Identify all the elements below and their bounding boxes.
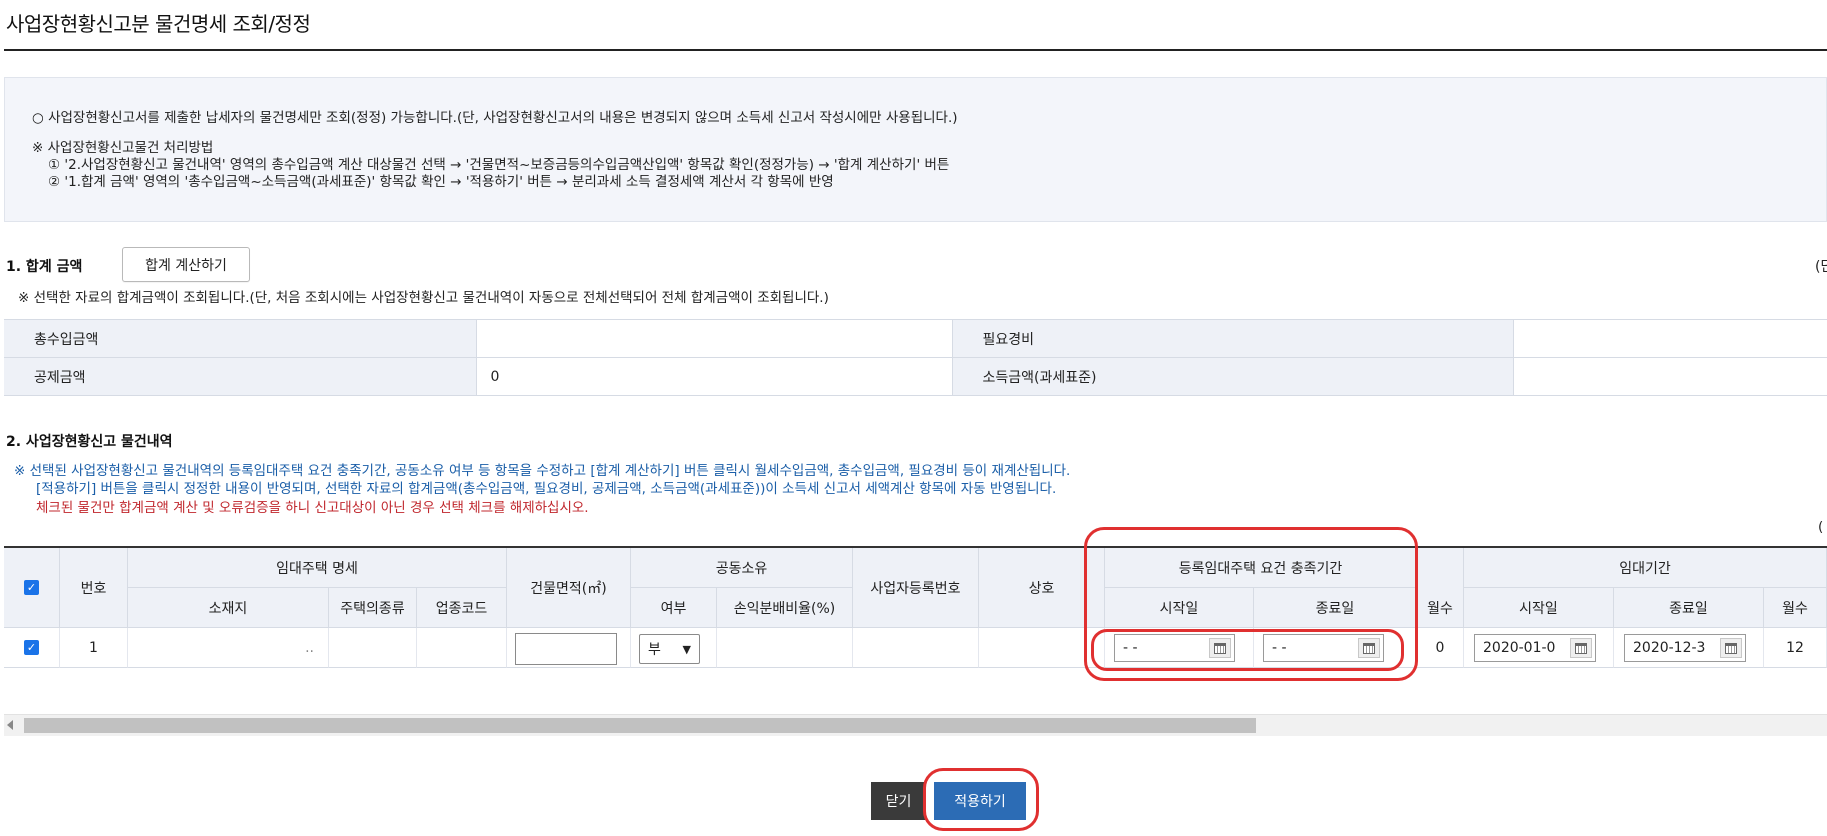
row-industry-code	[417, 628, 507, 668]
section1-title: 1. 합계 금액	[6, 259, 83, 275]
summary-row: 공제금액 0 소득금액(과세표준)	[4, 357, 1827, 396]
row-select-cell: ✓	[4, 628, 60, 668]
section2-note-3: 체크된 물건만 합계금액 계산 및 오류검증을 하니 신고대상이 아닌 경우 선…	[36, 500, 589, 516]
deduction-label: 공제금액	[4, 357, 476, 396]
notice-box: ○ 사업장현황신고서를 제출한 납세자의 물건명세만 조회(정정) 가능합니다.…	[4, 77, 1827, 222]
unit-label: (단	[1815, 259, 1827, 275]
row-profit-ratio	[717, 628, 853, 668]
lease-end-value: 2020-12-3	[1633, 640, 1706, 656]
calc-total-button[interactable]: 합계 계산하기	[122, 247, 250, 282]
select-all-checkbox[interactable]: ✓	[24, 580, 39, 595]
section2-note-1: ※ 선택된 사업장현황신고 물건내역의 등록임대주택 요건 충족기간, 공동소유…	[14, 463, 1071, 479]
row-months-1: 0	[1417, 628, 1464, 668]
summary-table: 총수입금액 필요경비 공제금액 0 소득금액(과세표준)	[4, 319, 1827, 396]
calendar-icon[interactable]	[1570, 638, 1592, 658]
lease-end-date-input[interactable]: 2020-12-3	[1624, 634, 1746, 662]
annotation-outline	[1091, 629, 1404, 671]
summary-row: 총수입금액 필요경비	[4, 319, 1827, 358]
col-no: 번호	[60, 548, 128, 628]
total-income-label: 총수입금액	[4, 319, 476, 358]
col-lease-period: 임대기간	[1464, 548, 1827, 588]
row-biz-reg-no	[853, 628, 979, 668]
section2-note-2: [적용하기] 버튼을 클릭시 정정한 내용이 반영되며, 선택한 자료의 합계금…	[36, 481, 1057, 497]
section2-title: 2. 사업장현황신고 물건내역	[6, 434, 173, 450]
deduction-value: 0	[475, 357, 953, 396]
building-area-input[interactable]	[515, 633, 617, 665]
col-industry-code: 업종코드	[417, 588, 507, 628]
section2-right-label: (	[1818, 519, 1824, 535]
section1-note: ※ 선택한 자료의 합계금액이 조회됩니다.(단, 처음 조회시에는 사업장현황…	[18, 290, 829, 306]
chevron-down-icon: ▼	[682, 642, 691, 656]
select-all-cell: ✓	[4, 548, 60, 628]
col-joint-own: 공동소유	[631, 548, 853, 588]
col-lease-end: 종료일	[1614, 588, 1764, 628]
notice-line-1: ○ 사업장현황신고서를 제출한 납세자의 물건명세만 조회(정정) 가능합니다.…	[32, 110, 958, 126]
col-housing-type: 주택의종류	[329, 588, 417, 628]
required-expense-label: 필요경비	[952, 319, 1513, 358]
total-income-value	[475, 319, 953, 358]
taxable-income-label: 소득금액(과세표준)	[952, 357, 1513, 396]
lease-start-value: 2020-01-0	[1483, 640, 1556, 656]
lease-start-date-input[interactable]: 2020-01-0	[1474, 634, 1596, 662]
col-biz-reg-no: 사업자등록번호	[853, 548, 979, 628]
col-location: 소재지	[128, 588, 329, 628]
row-housing-type	[329, 628, 417, 668]
page-title: 사업장현황신고분 물건명세 조회/정정	[6, 12, 311, 36]
col-months-1: 월수	[1417, 548, 1464, 628]
col-joint-yn: 여부	[631, 588, 717, 628]
col-lease-start: 시작일	[1464, 588, 1614, 628]
title-divider	[4, 49, 1827, 51]
col-rental-spec: 임대주택 명세	[128, 548, 507, 588]
row-no: 1	[60, 628, 128, 668]
row-location: ..	[128, 628, 329, 668]
calendar-icon[interactable]	[1720, 638, 1742, 658]
row-checkbox[interactable]: ✓	[24, 640, 39, 655]
col-months-2: 월수	[1764, 588, 1827, 628]
taxable-income-value	[1512, 357, 1827, 396]
row-months-2: 12	[1764, 628, 1827, 668]
col-profit-ratio: 손익분배비율(%)	[717, 588, 853, 628]
close-button[interactable]: 닫기	[871, 782, 926, 820]
annotation-outline	[923, 768, 1039, 831]
col-building-area: 건물면적(㎡)	[507, 548, 631, 628]
joint-own-value: 부	[648, 642, 661, 658]
horizontal-scrollbar[interactable]	[4, 714, 1827, 736]
property-grid: ✓ 번호 임대주택 명세 소재지 주택의종류 업종코드 건물면적(㎡) 공동소유…	[4, 546, 1827, 668]
notice-line-4: ② '1.합계 금액' 영역의 '총수입금액~소득금액(과세표준)' 항목값 확…	[48, 174, 834, 190]
joint-own-select[interactable]: 부 ▼	[639, 634, 700, 664]
scrollbar-thumb[interactable]	[24, 718, 1256, 733]
required-expense-value	[1512, 319, 1827, 358]
scroll-left-arrow-icon[interactable]	[7, 720, 13, 730]
